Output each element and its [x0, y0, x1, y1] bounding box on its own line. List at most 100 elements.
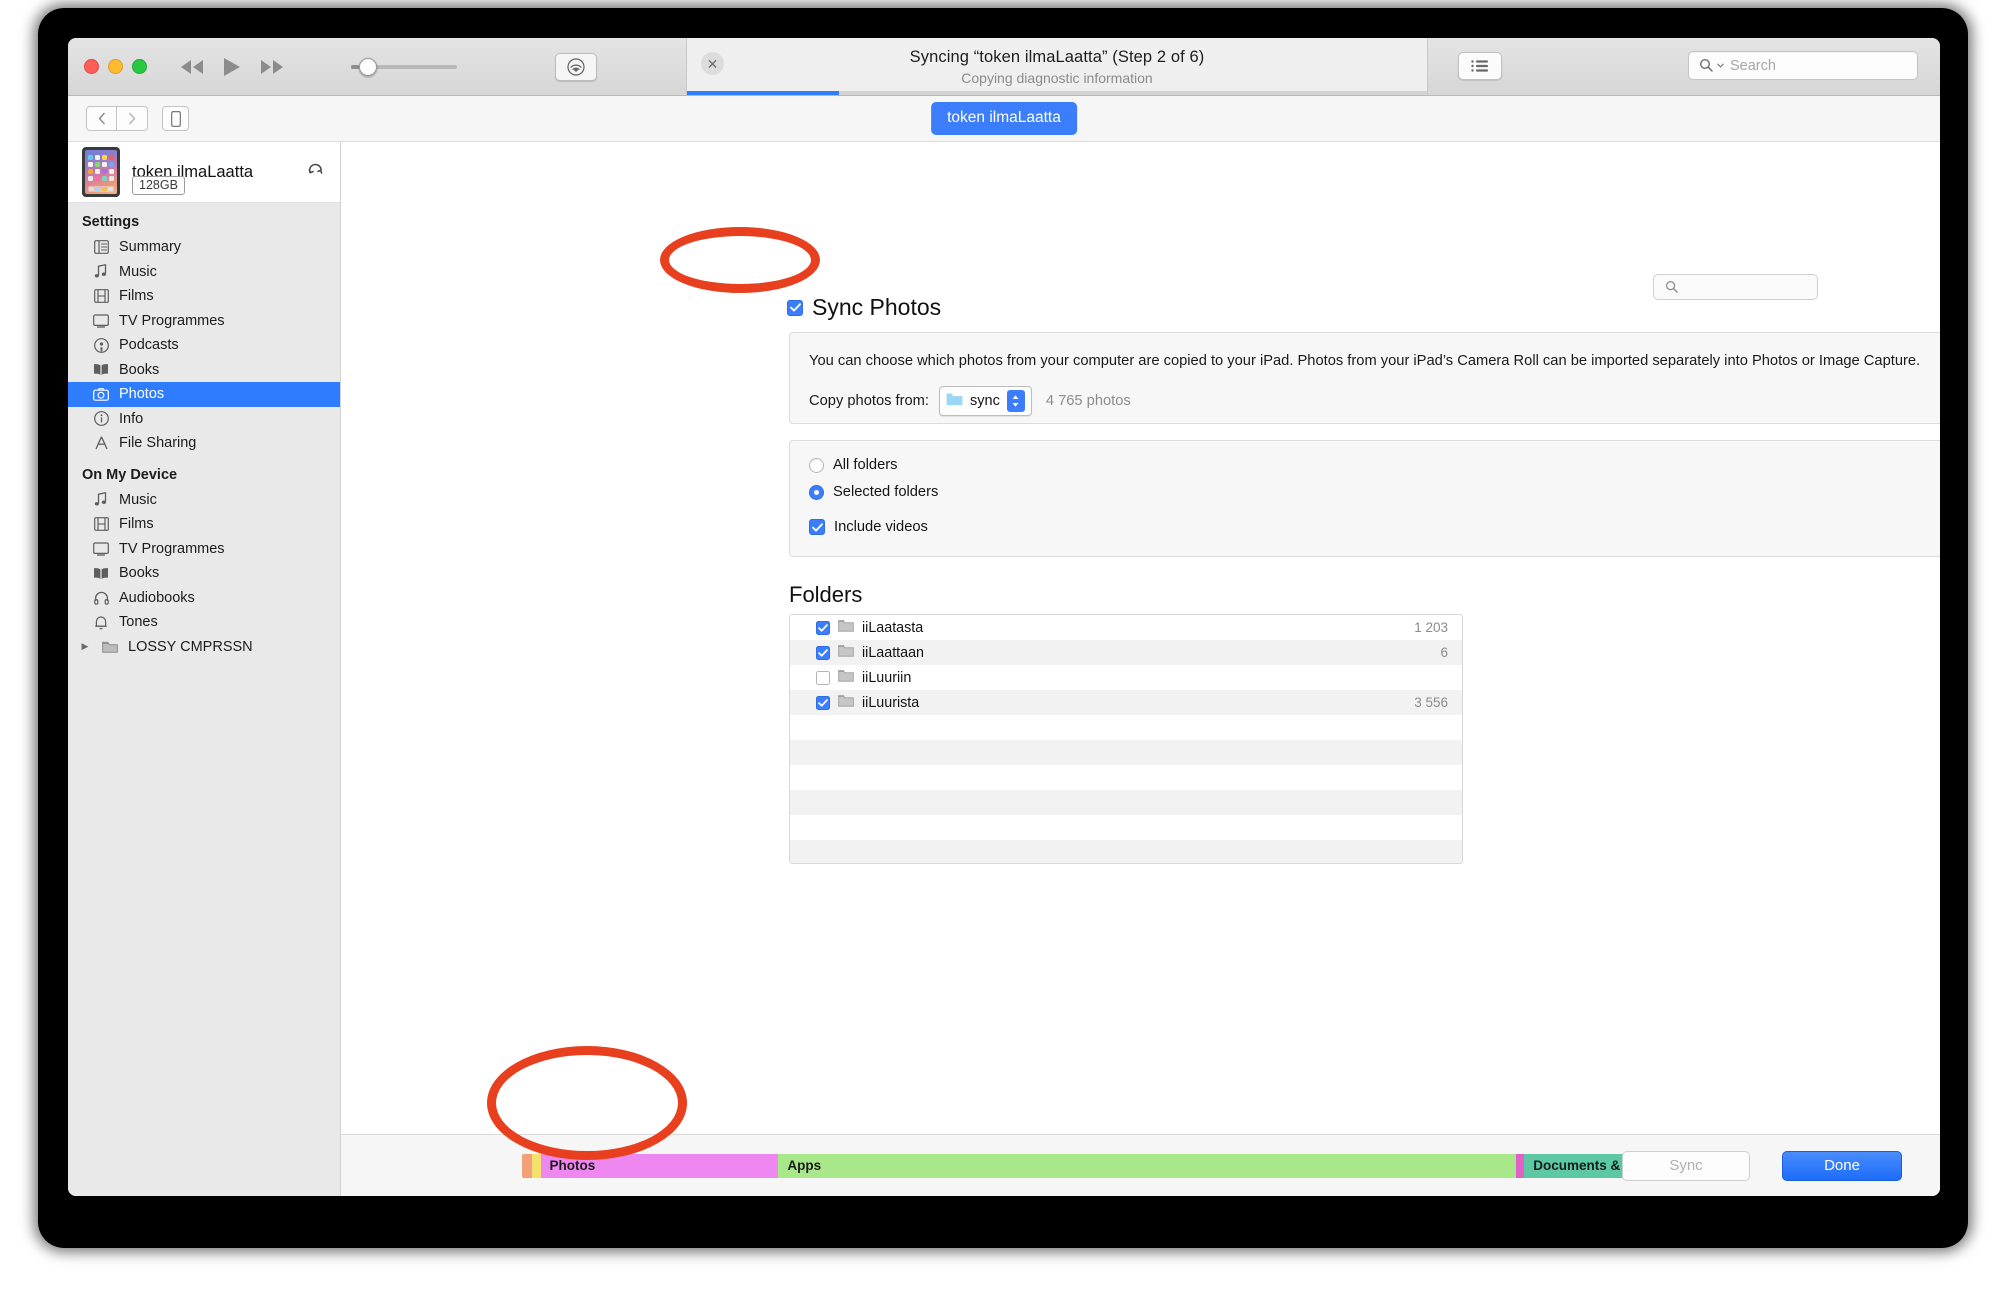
- folder-icon: [838, 619, 854, 636]
- sidebar-item-info[interactable]: Info: [68, 407, 340, 432]
- sidebar-item-books[interactable]: Books: [68, 358, 340, 383]
- folder-checkbox[interactable]: [816, 646, 830, 660]
- maximize-window-button[interactable]: [132, 59, 147, 74]
- sidebar-item-podcasts[interactable]: Podcasts: [68, 333, 340, 358]
- book-icon: [92, 363, 110, 376]
- include-videos-option[interactable]: Include videos: [809, 519, 928, 535]
- folder-checkbox[interactable]: [816, 671, 830, 685]
- bell-icon: [92, 615, 110, 630]
- capacity-segment-other2[interactable]: [532, 1154, 540, 1178]
- volume-track[interactable]: [351, 65, 457, 69]
- include-videos-checkbox[interactable]: [809, 519, 825, 535]
- window-controls[interactable]: [84, 59, 147, 74]
- next-icon[interactable]: [259, 59, 285, 75]
- sidebar-item-label: Books: [119, 362, 159, 378]
- sync-button[interactable]: Sync: [1622, 1151, 1750, 1181]
- disclosure-triangle-icon[interactable]: ▶: [78, 641, 92, 652]
- main-content: Sync Photos You can choose which photos …: [341, 142, 1940, 1196]
- all-folders-radio[interactable]: [809, 458, 824, 473]
- folder-icon: [838, 669, 854, 686]
- sidebar-item-file-sharing[interactable]: File Sharing: [68, 431, 340, 456]
- sidebar-item-audiobooks[interactable]: Audiobooks: [68, 586, 340, 611]
- sidebar-item-lossy-cmprssn[interactable]: ▶ LOSSY CMPRSSN: [68, 635, 340, 660]
- folder-checkbox[interactable]: [816, 621, 830, 635]
- capacity-segment-other1[interactable]: [522, 1154, 532, 1178]
- navigation-toolbar: token ilmaLaatta: [68, 96, 1940, 142]
- sidebar-item-photos[interactable]: Photos: [68, 382, 340, 407]
- previous-icon[interactable]: [179, 59, 205, 75]
- sidebar: token ilmaLaatta 128GB Settings: [68, 142, 341, 1196]
- chevron-left-icon: [98, 112, 106, 125]
- all-folders-label: All folders: [833, 457, 898, 473]
- selected-folders-label: Selected folders: [833, 484, 938, 500]
- popup-stepper-icon[interactable]: [1007, 390, 1025, 412]
- back-button[interactable]: [86, 106, 117, 131]
- play-icon[interactable]: [223, 57, 241, 77]
- folders-section-title: Folders: [789, 582, 862, 608]
- folder-icon: [838, 644, 854, 661]
- selected-folders-radio[interactable]: [809, 485, 824, 500]
- folder-checkbox[interactable]: [816, 696, 830, 710]
- sidebar-item-label: Books: [119, 565, 159, 581]
- minimize-window-button[interactable]: [108, 59, 123, 74]
- chevron-right-icon: [128, 112, 136, 125]
- selected-folders-option[interactable]: Selected folders: [809, 484, 938, 500]
- all-folders-option[interactable]: All folders: [809, 457, 898, 473]
- sidebar-item-tv-programmes[interactable]: TV Programmes: [68, 309, 340, 334]
- window-body: token ilmaLaatta 128GB Settings: [68, 142, 1940, 1196]
- up-next-button[interactable]: [1458, 52, 1502, 80]
- sidebar-item-device-tv-programmes[interactable]: TV Programmes: [68, 537, 340, 562]
- airplay-button[interactable]: [555, 53, 597, 81]
- done-button[interactable]: Done: [1782, 1151, 1902, 1181]
- sidebar-item-device-music[interactable]: Music: [68, 488, 340, 513]
- tv-icon: [92, 314, 110, 328]
- sidebar-item-device-films[interactable]: Films: [68, 512, 340, 537]
- device-button[interactable]: [162, 106, 189, 131]
- search-field[interactable]: Search: [1688, 51, 1918, 80]
- folders-list[interactable]: iiLaatasta 1 203 iiLaattaan 6: [789, 614, 1463, 864]
- sidebar-item-device-books[interactable]: Books: [68, 561, 340, 586]
- summary-icon: [92, 240, 110, 254]
- copy-source-popup-button[interactable]: sync: [939, 386, 1032, 416]
- table-row[interactable]: iiLuuriin: [790, 665, 1462, 690]
- sidebar-item-label: Summary: [119, 239, 181, 255]
- sync-photos-row[interactable]: Sync Photos: [787, 294, 941, 321]
- table-row[interactable]: iiLaatasta 1 203: [790, 615, 1462, 640]
- sync-progress-bar: [687, 91, 1427, 95]
- cancel-sync-button[interactable]: ✕: [701, 52, 724, 75]
- playback-controls[interactable]: [179, 57, 285, 77]
- capacity-bar[interactable]: Photos Apps Documents & Data: [522, 1154, 1682, 1178]
- film-icon: [92, 517, 110, 531]
- close-window-button[interactable]: [84, 59, 99, 74]
- sidebar-item-label: Music: [119, 492, 157, 508]
- sidebar-item-label: LOSSY CMPRSSN: [128, 639, 253, 655]
- folder-count: 1 203: [1414, 620, 1462, 635]
- sidebar-item-films[interactable]: Films: [68, 284, 340, 309]
- capacity-segment-other3[interactable]: [1516, 1154, 1524, 1178]
- sync-photos-checkbox[interactable]: [787, 300, 803, 316]
- sidebar-item-music[interactable]: Music: [68, 260, 340, 285]
- window-titlebar: ✕ Syncing “token ilmaLaatta” (Step 2 of …: [68, 38, 1940, 96]
- volume-knob[interactable]: [359, 58, 377, 76]
- table-row[interactable]: iiLuurista 3 556: [790, 690, 1462, 715]
- sidebar-item-tones[interactable]: Tones: [68, 610, 340, 635]
- back-forward-group[interactable]: [86, 106, 148, 131]
- table-row-empty: [790, 715, 1462, 740]
- capacity-segment-photos[interactable]: Photos: [541, 1154, 779, 1178]
- folder-name: iiLaattaan: [862, 645, 1432, 661]
- film-icon: [92, 289, 110, 303]
- search-icon: [1665, 280, 1679, 294]
- sidebar-device-header[interactable]: token ilmaLaatta 128GB: [68, 142, 340, 203]
- status-display: ✕ Syncing “token ilmaLaatta” (Step 2 of …: [686, 38, 1428, 95]
- sync-refresh-icon[interactable]: [307, 163, 324, 185]
- volume-slider[interactable]: [351, 65, 457, 69]
- forward-button[interactable]: [117, 106, 148, 131]
- info-icon: [92, 411, 110, 426]
- device-tab[interactable]: token ilmaLaatta: [931, 102, 1077, 135]
- photos-description-text: You can choose which photos from your co…: [809, 353, 1920, 369]
- table-row[interactable]: iiLaattaan 6: [790, 640, 1462, 665]
- content-search-input[interactable]: [1653, 274, 1818, 300]
- device-capacity-badge: 128GB: [132, 176, 185, 195]
- capacity-segment-apps[interactable]: Apps: [778, 1154, 1516, 1178]
- sidebar-item-summary[interactable]: Summary: [68, 235, 340, 260]
